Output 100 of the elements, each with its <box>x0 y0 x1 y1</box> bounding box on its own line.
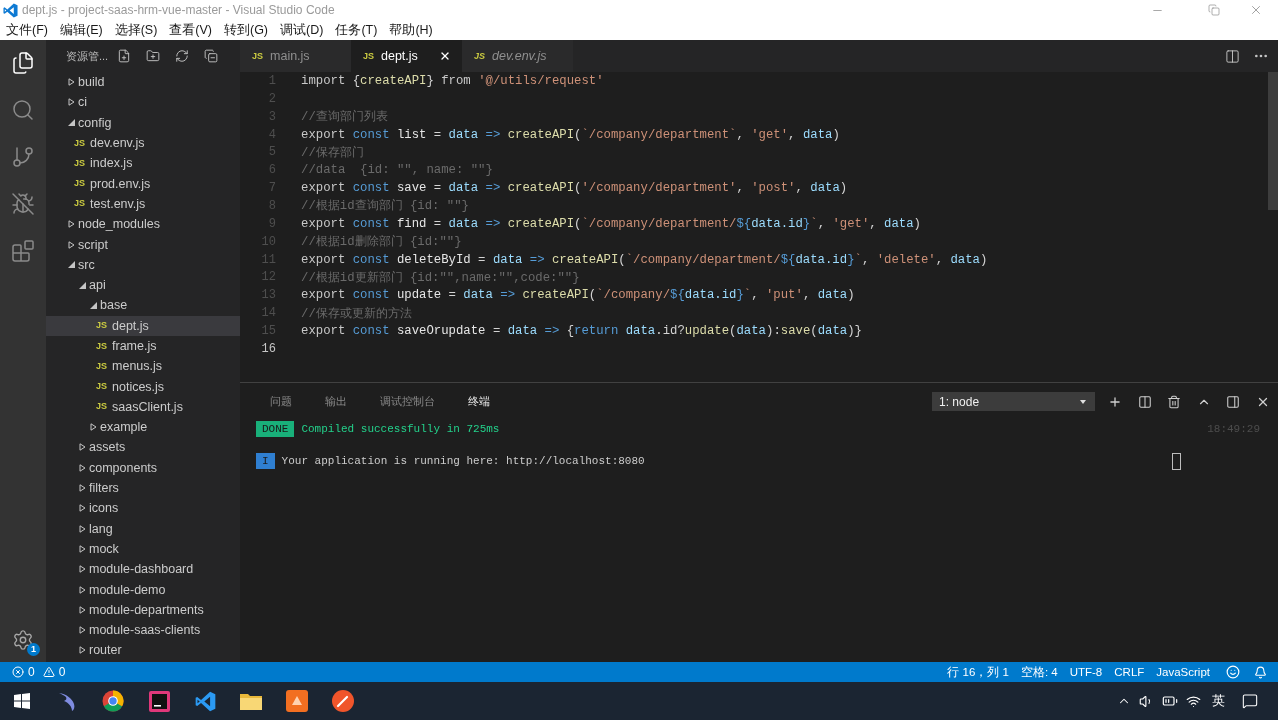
close-icon[interactable] <box>439 50 451 62</box>
blocks-icon[interactable] <box>11 239 35 263</box>
tree-item[interactable]: module-dashboard <box>79 559 194 580</box>
caret-down-icon[interactable] <box>90 301 97 309</box>
panel-tab[interactable]: 输出 <box>325 394 347 409</box>
caret-right-icon[interactable] <box>68 240 75 249</box>
file-plus-icon[interactable] <box>117 49 132 63</box>
folder-plus-icon[interactable] <box>146 49 161 63</box>
stacked-squares-icon[interactable] <box>204 49 219 63</box>
square-tile-icon[interactable] <box>148 690 170 712</box>
tree-item[interactable]: config <box>68 112 112 133</box>
scrollbar-thumb[interactable] <box>1268 72 1278 210</box>
menu-item[interactable]: 查看(V) <box>169 21 212 39</box>
caret-right-icon[interactable] <box>79 626 86 635</box>
tree-item[interactable]: module-demo <box>79 579 166 600</box>
status-item[interactable]: CRLF <box>1114 666 1145 678</box>
caret-right-icon[interactable] <box>79 504 86 513</box>
tree-item[interactable]: ci <box>68 92 88 113</box>
menu-item[interactable]: 调试(D) <box>280 21 324 39</box>
caret-right-icon[interactable] <box>79 484 86 493</box>
split-editor-icon[interactable] <box>1225 48 1240 64</box>
caret-right-icon[interactable] <box>79 524 86 533</box>
caret-right-icon[interactable] <box>79 646 86 655</box>
tree-item[interactable]: api <box>79 274 106 296</box>
tree-item[interactable]: filters <box>79 477 119 499</box>
wifi-icon[interactable] <box>1186 693 1201 709</box>
ribbon-logo-icon[interactable] <box>194 690 216 712</box>
tree-item[interactable]: assets <box>79 437 126 458</box>
tree-item[interactable]: JS prod.env.js <box>74 173 151 194</box>
menu-item[interactable]: 帮助(H) <box>389 21 433 39</box>
tree-item[interactable]: JS frame.js <box>96 335 157 357</box>
tree-item[interactable]: script <box>68 234 108 255</box>
crossed-bug-icon[interactable] <box>11 192 35 216</box>
status-item[interactable]: UTF-8 <box>1069 666 1103 678</box>
caret-right-icon[interactable] <box>68 78 75 87</box>
editor-tab[interactable]: JS dept.js <box>351 40 462 72</box>
plus-icon[interactable] <box>1108 394 1123 409</box>
panel-tab[interactable]: 终端 <box>468 394 490 409</box>
menu-item[interactable]: 选择(S) <box>114 21 158 39</box>
trash-icon[interactable] <box>1167 394 1182 409</box>
caret-down-icon[interactable] <box>68 119 75 127</box>
caret-right-icon[interactable] <box>79 544 86 553</box>
problems-button[interactable]: 0 0 <box>12 665 66 679</box>
menu-item[interactable]: 编辑(E) <box>59 21 103 39</box>
menu-item[interactable]: 转到(G) <box>224 21 269 39</box>
input-language-indicator[interactable]: 英 <box>1212 692 1225 710</box>
tree-item[interactable]: mock <box>79 538 119 560</box>
panel-tab[interactable]: 调试控制台 <box>380 394 435 409</box>
terminal-select[interactable]: 1: node <box>932 392 1096 411</box>
smiley-icon[interactable] <box>1226 665 1240 679</box>
caret-right-icon[interactable] <box>68 220 75 229</box>
panel-icon[interactable] <box>1226 394 1241 409</box>
tree-item[interactable]: node_modules <box>68 214 160 235</box>
speech-bubble-icon[interactable] <box>1242 693 1258 709</box>
tree-item[interactable]: icons <box>79 498 119 519</box>
app-tile-icon[interactable] <box>286 690 308 712</box>
tree-item[interactable]: JS index.js <box>74 153 133 174</box>
tree-item[interactable]: module-saas-clients <box>79 620 201 641</box>
folder-icon[interactable] <box>240 692 262 710</box>
panel-tab[interactable]: 问题 <box>270 394 292 409</box>
tree-item[interactable]: JS notices.js <box>96 376 165 397</box>
status-item[interactable]: JavaScript <box>1156 666 1210 678</box>
ribbon-logo-icon[interactable] <box>3 2 18 18</box>
menu-item[interactable]: 文件(F) <box>6 21 48 39</box>
caret-right-icon[interactable] <box>90 423 97 432</box>
split-icon[interactable] <box>1137 394 1152 409</box>
caret-right-icon[interactable] <box>68 98 75 107</box>
editor-tab[interactable]: JS main.js <box>240 40 351 72</box>
tree-item[interactable]: JS test.env.js <box>74 193 146 215</box>
branch-icon[interactable] <box>11 145 35 169</box>
pencil-circle-icon[interactable] <box>332 690 354 712</box>
tree-item[interactable]: router <box>79 640 122 661</box>
caret-right-icon[interactable] <box>79 463 86 472</box>
bell-icon[interactable] <box>1254 665 1267 679</box>
tree-item[interactable]: example <box>90 417 148 438</box>
editor-tab[interactable]: JS dev.env.js <box>462 40 573 72</box>
tree-item[interactable]: JS dev.env.js <box>74 132 145 154</box>
tree-item[interactable]: components <box>79 457 158 478</box>
four-panes-icon[interactable] <box>14 693 30 709</box>
caret-right-icon[interactable] <box>79 605 86 614</box>
tree-item[interactable]: JS saasClient.js <box>96 396 183 418</box>
tree-item[interactable]: lang <box>79 518 113 539</box>
segmented-circle-icon[interactable] <box>102 690 124 712</box>
tree-item[interactable]: JS dept.js <box>46 315 240 336</box>
settings-icon[interactable] <box>12 629 34 651</box>
status-item[interactable]: 空格: 4 <box>1020 664 1058 680</box>
caret-right-icon[interactable] <box>79 585 86 594</box>
tree-item[interactable]: build <box>68 72 105 93</box>
tree-item[interactable]: module-departments <box>79 599 204 620</box>
files-icon[interactable] <box>11 51 35 75</box>
caret-down-icon[interactable] <box>68 261 75 269</box>
menu-item[interactable]: 任务(T) <box>335 21 378 39</box>
tree-item[interactable]: base <box>90 295 128 316</box>
caret-right-icon[interactable] <box>79 443 86 452</box>
caret-down-icon[interactable] <box>79 281 86 289</box>
tree-item[interactable]: src <box>68 254 95 275</box>
status-item[interactable]: 行 16，列 1 <box>947 664 1009 680</box>
caret-right-icon[interactable] <box>79 565 86 574</box>
tree-item[interactable]: JS menus.js <box>96 356 163 377</box>
search-icon[interactable] <box>11 98 35 122</box>
